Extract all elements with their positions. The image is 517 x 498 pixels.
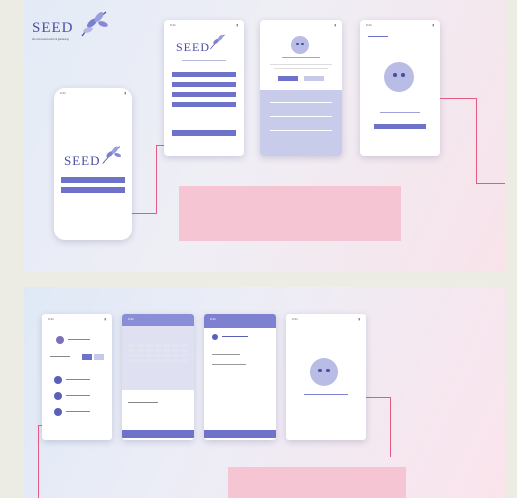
plant-icon — [212, 334, 218, 340]
submit-button[interactable] — [172, 130, 236, 136]
signup-button[interactable] — [61, 177, 125, 183]
bottom-button[interactable] — [204, 430, 276, 438]
phone-modal-screen: ▮ — [260, 20, 342, 156]
battery-icon: ▮ — [236, 23, 238, 27]
calendar-grid — [128, 344, 188, 362]
filter-button[interactable] — [82, 354, 92, 360]
phone-plants-list-screen: 9:41 ▮ — [42, 314, 112, 440]
status-time: 9:41 — [128, 317, 134, 321]
filter-button[interactable] — [94, 354, 104, 360]
error-message — [304, 394, 348, 395]
list-text — [66, 379, 90, 380]
modal-sheet — [260, 90, 342, 156]
divider — [274, 68, 328, 69]
divider — [270, 102, 332, 103]
empty-message — [380, 112, 420, 113]
battery-icon: ▮ — [358, 317, 360, 321]
plant-icon — [54, 376, 62, 384]
login-field[interactable] — [172, 72, 236, 77]
phone-error-screen: 9:41 ▮ — [286, 314, 366, 440]
divider — [270, 64, 332, 65]
leaf-icon — [210, 34, 225, 50]
brand-logo: SEED — [32, 20, 74, 36]
phone-login-screen: 9:41 ▮ SEED — [164, 20, 244, 156]
status-time: 9:41 — [60, 91, 66, 95]
face-icon — [310, 358, 338, 386]
status-time: 9:41 — [210, 317, 216, 321]
divider — [270, 130, 332, 131]
top-mockup-panel: SEED the connected world of gardening 9:… — [24, 0, 505, 272]
phone-detail-screen: 9:41 — [204, 314, 276, 440]
list-text — [66, 411, 90, 412]
brand-tagline: the connected world of gardening — [32, 38, 69, 41]
connector-line — [132, 213, 156, 214]
face-icon — [384, 62, 414, 92]
splash-logo: SEED — [64, 153, 101, 168]
status-time: 9:41 — [292, 317, 298, 321]
battery-icon: ▮ — [334, 23, 336, 27]
battery-icon: ▮ — [124, 91, 126, 95]
tab-underline — [368, 36, 388, 37]
detail-text — [128, 402, 158, 403]
status-time: 9:41 — [170, 23, 176, 27]
modal-right-button[interactable] — [304, 76, 324, 81]
divider — [282, 57, 320, 58]
plant-icon — [54, 392, 62, 400]
divider — [182, 60, 226, 61]
highlight-block — [179, 186, 401, 241]
bottom-mockup-panel: 9:41 ▮ 9:41 9:41 9:41 ▮ — [24, 287, 505, 498]
login-field[interactable] — [172, 82, 236, 87]
detail-title — [222, 336, 248, 337]
avatar — [56, 336, 64, 344]
battery-icon: ▮ — [104, 317, 106, 321]
login-field[interactable] — [172, 92, 236, 97]
brand-leaf-icon — [81, 11, 108, 37]
phone-empty-screen: 9:41 ▮ — [360, 20, 440, 156]
detail-text — [212, 354, 240, 355]
divider — [270, 116, 332, 117]
highlight-block — [228, 467, 406, 498]
connector-line — [38, 425, 39, 498]
list-text — [50, 356, 70, 357]
connector-line — [476, 183, 505, 184]
connector-line — [390, 397, 391, 457]
modal-left-button[interactable] — [278, 76, 298, 81]
list-text — [68, 339, 90, 340]
list-text — [66, 395, 90, 396]
connector-line — [156, 145, 157, 214]
bottom-button[interactable] — [122, 430, 194, 438]
face-icon — [291, 36, 309, 54]
phone-splash-screen: 9:41 ▮ SEED — [54, 88, 132, 240]
empty-cta-button[interactable] — [374, 124, 426, 129]
connector-line — [366, 397, 390, 398]
plant-icon — [54, 408, 62, 416]
connector-line — [440, 98, 476, 99]
login-button[interactable] — [61, 187, 125, 193]
login-field[interactable] — [172, 102, 236, 107]
connector-line — [476, 98, 477, 183]
phone-calendar-screen: 9:41 — [122, 314, 194, 440]
leaf-icon — [102, 146, 122, 164]
status-time: 9:41 — [48, 317, 54, 321]
status-time: 9:41 — [366, 23, 372, 27]
battery-icon: ▮ — [432, 23, 434, 27]
login-logo: SEED — [176, 40, 210, 54]
detail-text — [212, 364, 246, 365]
